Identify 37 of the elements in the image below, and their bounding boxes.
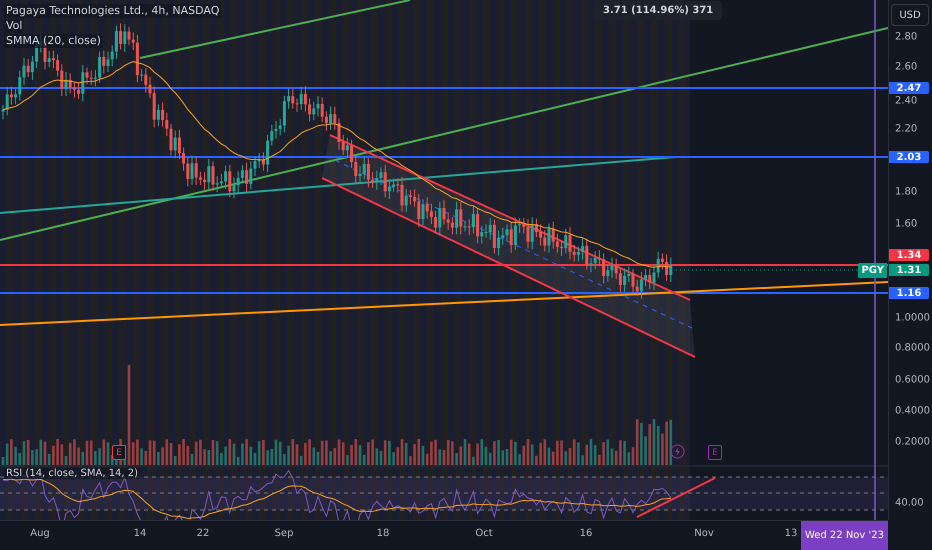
indicator-label: SMMA (20, close) [4, 34, 103, 48]
time-tick: 22 [196, 528, 210, 539]
crosshair-date-label: Wed 22 Nov '23 [800, 521, 888, 550]
price-tick: 0.8000 [895, 342, 930, 354]
price-tick: 2.40 [895, 96, 918, 106]
price-label: 2.03 [889, 151, 929, 163]
price-tick: 0.4000 [895, 406, 930, 416]
time-tick: Oct [475, 528, 493, 539]
earnings-marker[interactable]: E [708, 445, 722, 460]
price-tick: 1.0000 [895, 312, 930, 324]
currency-button[interactable]: USD [891, 4, 929, 26]
price-tick: 2.80 [895, 32, 918, 42]
price-tick: 0.6000 [895, 374, 930, 386]
price-label: 1.34 [889, 249, 929, 261]
rsi-label: RSI (14, close, SMA, 14, 2) [4, 468, 140, 479]
indicator-label: Vol [4, 19, 24, 33]
lightning-icon[interactable] [670, 444, 685, 459]
price-tick: 1.80 [895, 186, 918, 198]
price-tick: 2.20 [895, 124, 918, 134]
price-label: 1.16 [889, 287, 929, 299]
price-tick: 1.60 [895, 218, 918, 230]
time-tick: Aug [30, 528, 50, 539]
price-label: 1.31 [889, 264, 929, 276]
rsi-tick: 40.00 [895, 498, 924, 508]
time-tick: 18 [376, 528, 390, 539]
symbol-badge: PGY [858, 263, 887, 278]
earnings-marker[interactable]: E [112, 445, 126, 460]
time-tick: Sep [274, 528, 294, 539]
symbol-title: Pagaya Technologies Ltd., 4h, NASDAQ [4, 4, 222, 18]
time-tick: Nov [694, 528, 714, 539]
price-label: 2.47 [889, 82, 929, 94]
price-tick: 2.60 [895, 62, 918, 72]
time-tick: 16 [580, 528, 592, 539]
price-tick: 0.2000 [895, 436, 930, 448]
time-tick: 14 [134, 528, 146, 539]
time-tick: 13 [784, 528, 798, 539]
measure-tooltip: 3.71 (114.96%) 371 [594, 1, 722, 20]
